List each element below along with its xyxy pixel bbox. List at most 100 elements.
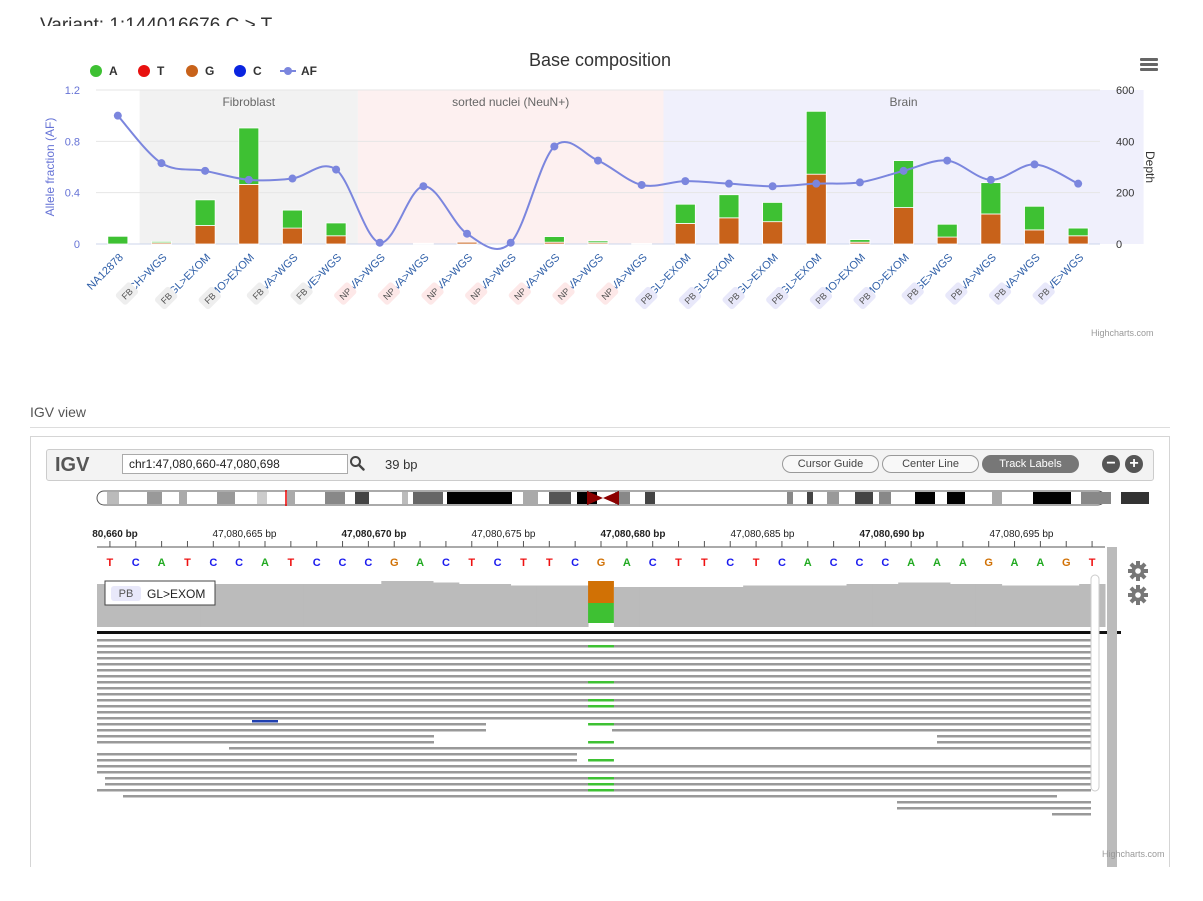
ideogram-band [402,492,408,504]
ideogram-band [1081,492,1111,504]
read [897,801,1091,804]
read-mismatch-a [588,699,614,702]
search-icon[interactable] [349,455,365,471]
sequence-base: C [778,557,786,569]
y2-axis-title: Depth [1143,151,1157,183]
af-point [201,166,210,175]
af-point [506,238,515,247]
band-label: Brain [890,95,918,109]
af-point [637,180,646,189]
bar-a [325,222,347,237]
zoom-out-icon[interactable]: − [1102,455,1120,473]
af-point [244,175,253,184]
coverage-bar [794,585,822,627]
sequence-base: T [675,557,682,569]
chart-title: Base composition [529,50,671,70]
ideogram-band [915,492,935,504]
coverage-bar [329,584,356,627]
sequence-base: C [313,557,321,569]
bar-g [1067,235,1089,245]
coverage-bar [949,584,977,627]
read [97,669,1091,672]
bar-g [238,184,260,245]
igv-heading: IGV view [30,404,87,420]
read-mismatch-a [588,789,614,792]
read [97,663,1091,666]
read [97,723,486,726]
ideogram-band [413,492,443,504]
igv-logo: IGV [55,454,90,476]
sequence-base: T [184,557,191,569]
band-label: Fibroblast [222,95,275,109]
read [97,711,1091,714]
gear-icon[interactable] [1128,561,1148,581]
gear-icon[interactable] [1128,585,1148,605]
track-gutter [1107,547,1117,867]
sequence-base: A [959,557,967,569]
y2-tick-label: 0 [1116,239,1122,251]
sequence-base: C [339,557,347,569]
coverage-bar [898,582,925,627]
sequence-base: C [881,557,889,569]
sequence-base: C [364,557,372,569]
coverage-bar [1027,585,1054,627]
af-point [594,156,602,165]
sequence-base: A [1011,557,1019,569]
legend-marker-a [90,65,102,77]
read-mismatch-a [588,783,614,786]
read [97,693,1091,696]
coverage-bar [743,585,770,627]
af-point [768,182,777,191]
gear-hole [1135,568,1141,574]
read [97,675,1091,678]
variant-title: Variant: 1:144016676 C > T [40,15,273,26]
ruler-label: 47,080,665 bp [213,529,277,540]
coverage-bar [1001,585,1028,627]
coverage-bar [639,587,667,627]
sequence-base: A [933,557,941,569]
af-point [855,178,864,187]
coverage-bar [252,584,279,627]
ideogram-band [179,492,187,504]
sequence-base: C [442,557,450,569]
sequence-base: T [107,557,114,569]
sequence-base: C [209,557,217,569]
read-mismatch-a [588,759,614,762]
x-tick-label: VA>WGS [958,252,999,293]
ideogram-band [879,492,891,504]
chart-menu-icon[interactable] [1140,58,1158,72]
coverage-bar [484,584,512,627]
track-labels-button[interactable]: Track Labels [982,455,1079,473]
sequence-base: A [1036,557,1044,569]
scrollbar [1090,574,1100,792]
read [97,759,577,762]
ruler-label: 47,080,685 bp [731,529,795,540]
read-mismatch-a [588,681,614,684]
track-label-tag: PB [119,588,134,600]
band-label: sorted nuclei (NeuN+) [452,95,569,109]
bar-g [936,236,958,245]
read [229,747,1091,750]
af-point [375,238,384,247]
sequence-base: T [287,557,294,569]
read [97,741,434,744]
bar-a [936,223,958,238]
read-mismatch-c [252,720,278,723]
zoom-in-icon[interactable]: + [1125,455,1143,473]
sequence-base: T [1089,557,1096,569]
cursor-guide-button[interactable]: Cursor Guide [782,455,879,473]
bar-g [325,235,347,245]
locus-search-input[interactable]: chr1:47,080,660-47,080,698 [122,454,348,474]
sequence-base: C [132,557,140,569]
center-line-button[interactable]: Center Line [882,455,979,473]
gear-hole [1135,592,1141,598]
ruler-label: 47,080,690 bp [859,529,924,540]
x-tick-label: NA12878 [85,252,126,293]
chart-credits[interactable]: Highcharts.com [1091,328,1154,338]
x-tick-label: VA>WGS [390,252,431,293]
af-point [943,156,952,165]
sequence-base: A [261,557,269,569]
read-mismatch-a [588,645,614,648]
sequence-base: G [1062,557,1071,569]
window-size-label: 39 bp [385,457,418,472]
